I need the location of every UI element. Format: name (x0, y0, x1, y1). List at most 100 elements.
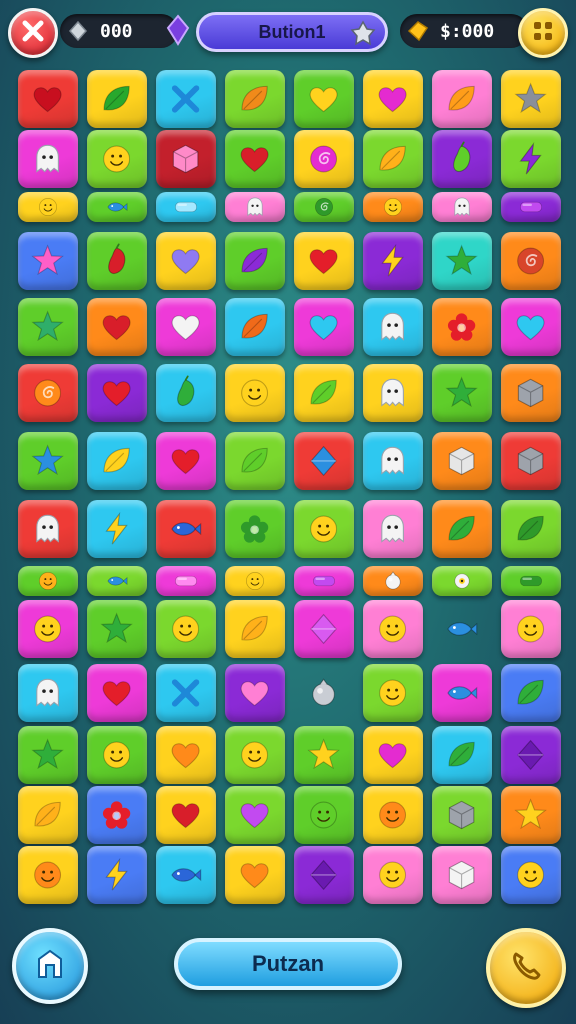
board-tile[interactable] (156, 130, 216, 188)
board-tile[interactable] (432, 130, 492, 188)
board-tile[interactable] (87, 664, 147, 722)
board-tile[interactable] (156, 664, 216, 722)
board-tile[interactable] (87, 786, 147, 844)
board-tile[interactable] (432, 566, 492, 596)
board-tile[interactable] (501, 298, 561, 356)
board-tile[interactable] (501, 364, 561, 422)
board-tile[interactable] (294, 192, 354, 222)
board-tile[interactable] (432, 846, 492, 904)
board-tile[interactable] (501, 432, 561, 490)
board-tile[interactable] (87, 500, 147, 558)
board-tile[interactable] (87, 192, 147, 222)
board-tile[interactable] (18, 192, 78, 222)
board-tile[interactable] (225, 364, 285, 422)
board-tile[interactable] (156, 566, 216, 596)
board-tile[interactable] (225, 298, 285, 356)
board-tile[interactable] (87, 566, 147, 596)
board-tile[interactable] (501, 232, 561, 290)
board-tile[interactable] (363, 566, 423, 596)
board-tile[interactable] (432, 192, 492, 222)
board-tile[interactable] (87, 130, 147, 188)
board-tile[interactable] (225, 70, 285, 128)
board-tile[interactable] (363, 726, 423, 784)
board-tile[interactable] (87, 364, 147, 422)
board-tile[interactable] (294, 364, 354, 422)
board-tile[interactable] (225, 432, 285, 490)
board-tile[interactable] (432, 432, 492, 490)
board-tile[interactable] (363, 664, 423, 722)
board-tile[interactable] (501, 566, 561, 596)
main-action-button[interactable]: Putzan (174, 938, 402, 990)
board-tile[interactable] (87, 432, 147, 490)
board-tile[interactable] (363, 232, 423, 290)
board-tile[interactable] (156, 432, 216, 490)
board-tile[interactable] (18, 432, 78, 490)
board-tile[interactable] (18, 664, 78, 722)
board-tile[interactable] (87, 726, 147, 784)
board-tile[interactable] (363, 192, 423, 222)
board-tile[interactable] (294, 232, 354, 290)
board-tile[interactable] (87, 298, 147, 356)
board-tile[interactable] (363, 130, 423, 188)
board-tile[interactable] (294, 566, 354, 596)
board-tile[interactable] (501, 500, 561, 558)
board-tile[interactable] (87, 232, 147, 290)
home-button[interactable] (12, 928, 88, 1004)
board-tile[interactable] (363, 70, 423, 128)
board-tile[interactable] (363, 364, 423, 422)
board-tile[interactable] (156, 232, 216, 290)
board-tile[interactable] (18, 298, 78, 356)
board-tile[interactable] (156, 726, 216, 784)
board-tile[interactable] (294, 786, 354, 844)
board-tile[interactable] (225, 600, 285, 658)
board-tile[interactable] (294, 500, 354, 558)
phone-button[interactable] (486, 928, 566, 1008)
board-tile[interactable] (225, 846, 285, 904)
board-tile[interactable] (225, 664, 285, 722)
board-tile[interactable] (18, 600, 78, 658)
board-tile[interactable] (156, 500, 216, 558)
board-tile[interactable] (18, 364, 78, 422)
board-tile[interactable] (294, 600, 354, 658)
board-tile[interactable] (18, 500, 78, 558)
board-tile[interactable] (18, 726, 78, 784)
board-tile[interactable] (225, 232, 285, 290)
board-tile[interactable] (363, 600, 423, 658)
board-tile[interactable] (18, 232, 78, 290)
board-tile[interactable] (294, 70, 354, 128)
board-tile[interactable] (156, 192, 216, 222)
board-tile[interactable] (87, 600, 147, 658)
board-tile[interactable] (156, 786, 216, 844)
board-tile[interactable] (501, 726, 561, 784)
board-tile[interactable] (432, 298, 492, 356)
board-tile[interactable] (432, 500, 492, 558)
board-tile[interactable] (18, 130, 78, 188)
board-tile[interactable] (432, 664, 492, 722)
board-tile[interactable] (363, 846, 423, 904)
board-tile[interactable] (294, 726, 354, 784)
board-tile[interactable] (501, 600, 561, 658)
board-tile[interactable] (363, 500, 423, 558)
board-tile[interactable] (363, 432, 423, 490)
board-tile[interactable] (156, 298, 216, 356)
board-tile[interactable] (432, 600, 492, 658)
board-tile[interactable] (225, 726, 285, 784)
board-tile[interactable] (432, 232, 492, 290)
board-tile[interactable] (432, 364, 492, 422)
board-tile[interactable] (501, 786, 561, 844)
board-tile[interactable] (294, 432, 354, 490)
board-tile[interactable] (87, 70, 147, 128)
board-tile[interactable] (156, 70, 216, 128)
board-tile[interactable] (18, 566, 78, 596)
board-tile[interactable] (87, 846, 147, 904)
board-tile[interactable] (156, 846, 216, 904)
board-tile[interactable] (501, 664, 561, 722)
board-tile[interactable] (225, 500, 285, 558)
board-tile[interactable] (363, 298, 423, 356)
board-tile[interactable] (501, 846, 561, 904)
board-tile[interactable] (18, 786, 78, 844)
board-tile[interactable] (156, 600, 216, 658)
board-tile[interactable] (225, 786, 285, 844)
board-tile[interactable] (501, 192, 561, 222)
board-tile[interactable] (294, 298, 354, 356)
